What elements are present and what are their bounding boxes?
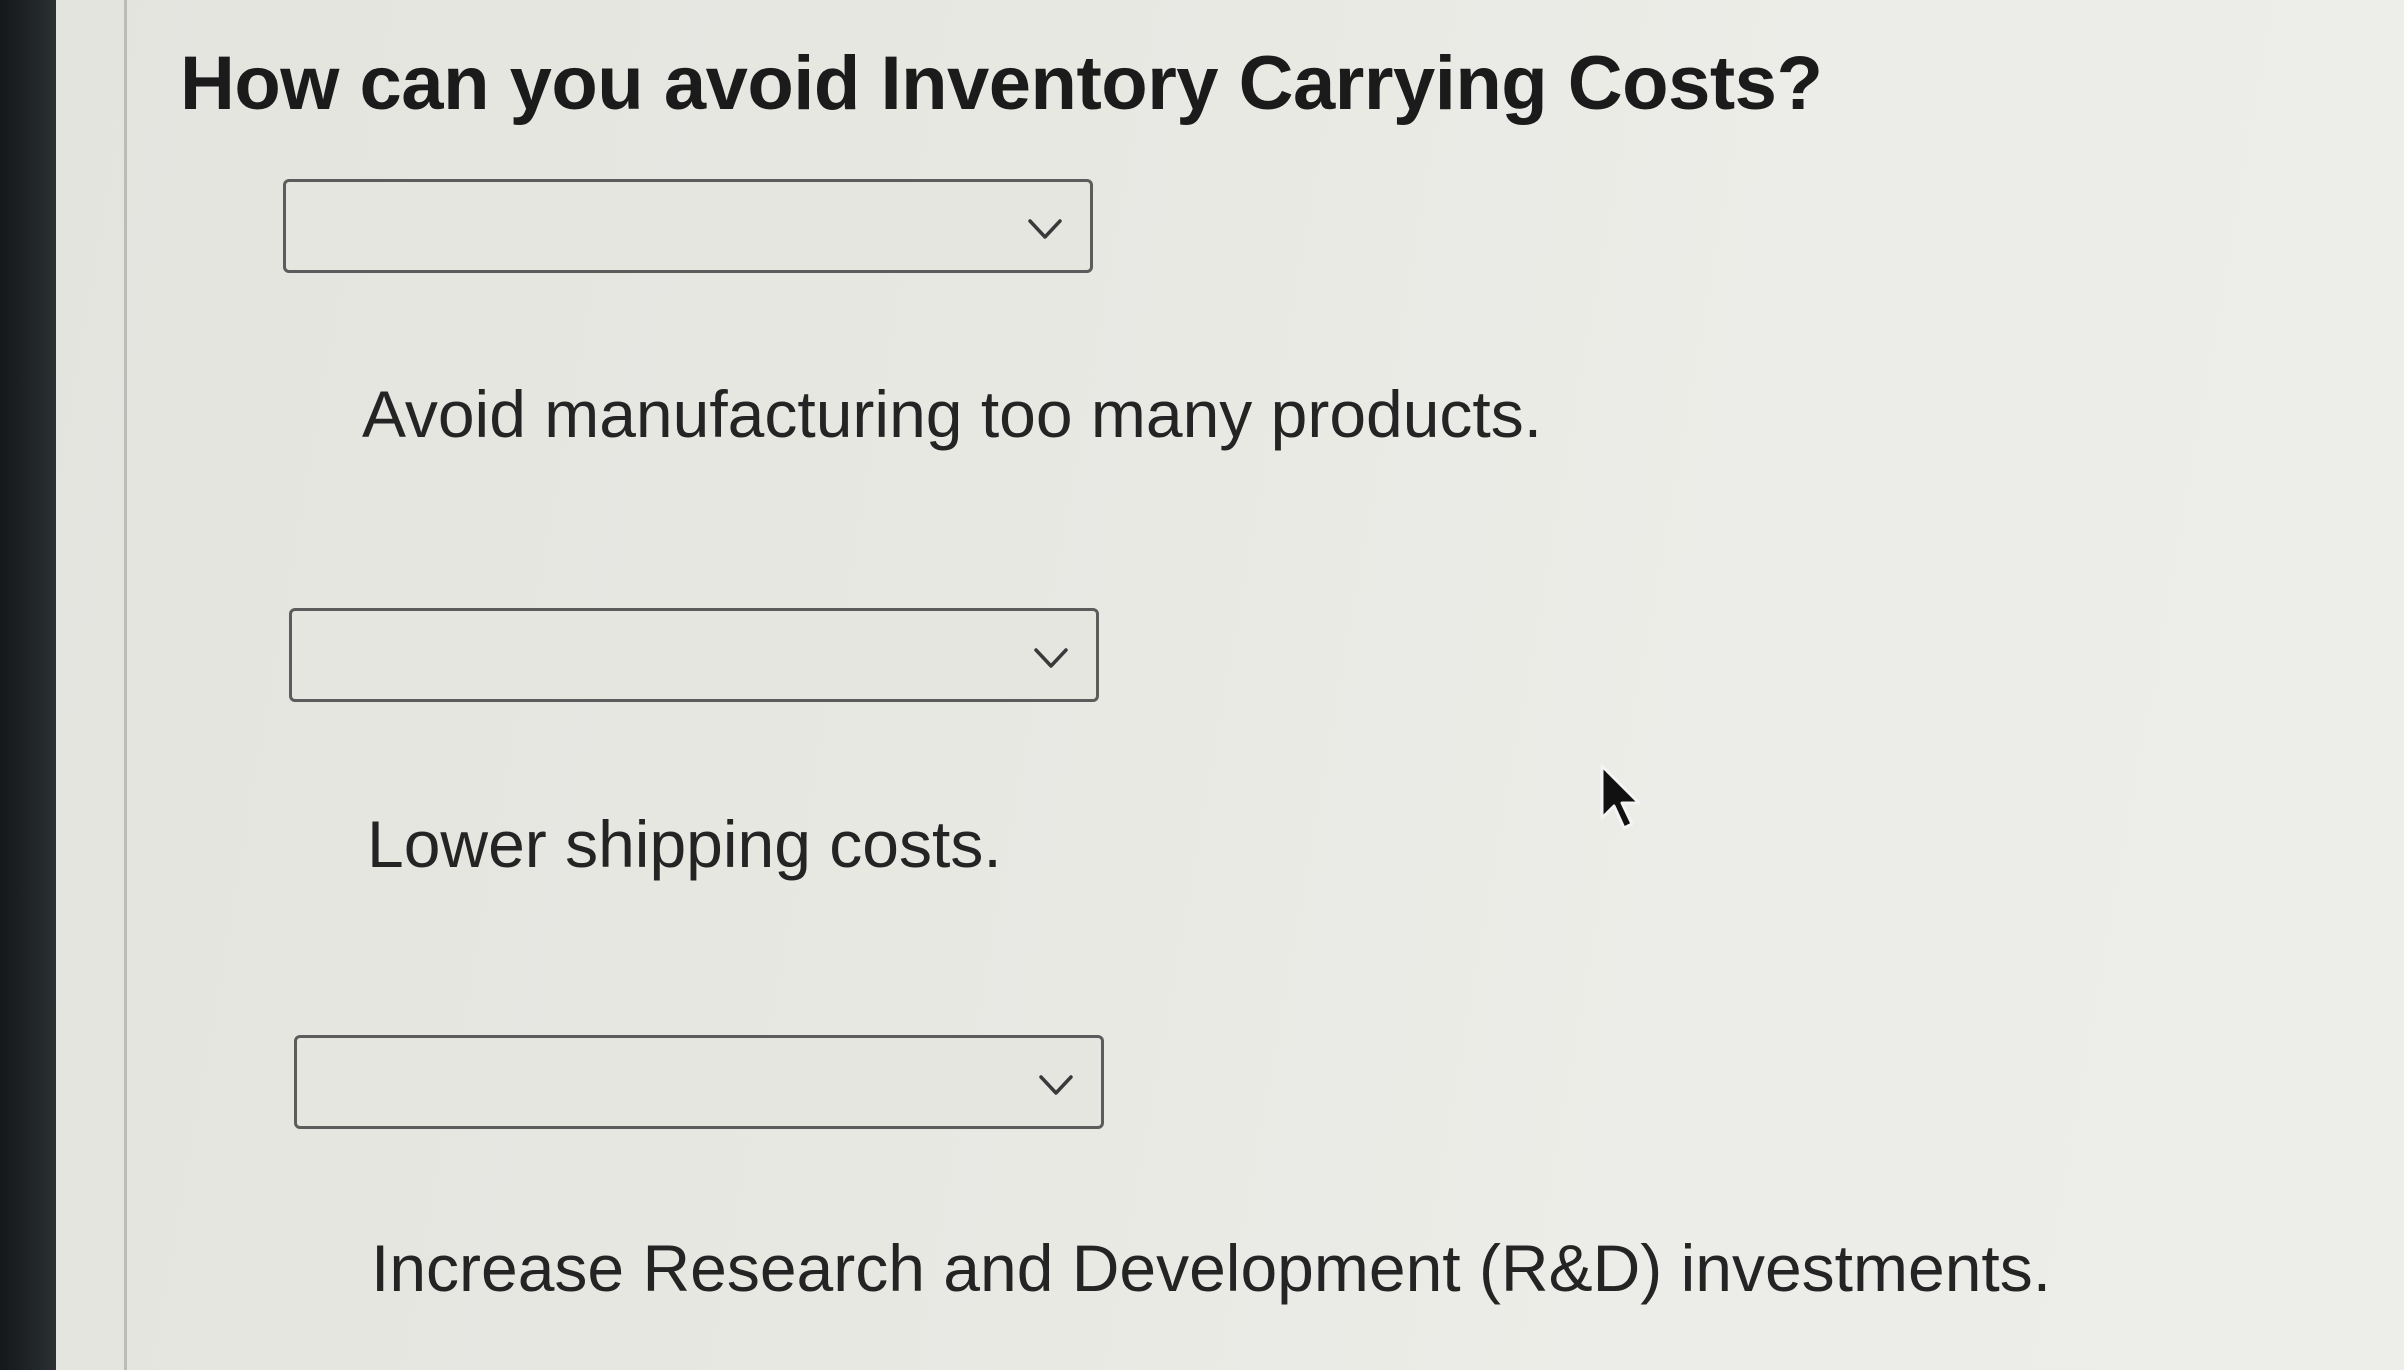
statement-text-2: Lower shipping costs.: [367, 807, 1002, 881]
statement-text-1: Avoid manufacturing too many products.: [362, 377, 1543, 451]
statement-text-3: Increase Research and Development (R&D) …: [371, 1231, 2052, 1305]
question-title: How can you avoid Inventory Carrying Cos…: [180, 41, 1823, 126]
chevron-down-icon: [1034, 648, 1068, 668]
chevron-down-icon: [1028, 219, 1062, 239]
monitor-bezel: [0, 0, 56, 1370]
answer-dropdown-3[interactable]: [294, 1035, 1104, 1129]
answer-dropdown-2[interactable]: [289, 608, 1099, 702]
mouse-cursor-icon: [1600, 764, 1641, 830]
chevron-down-icon: [1039, 1075, 1073, 1095]
answer-dropdown-1[interactable]: [283, 179, 1093, 273]
content-divider: [124, 0, 127, 1370]
